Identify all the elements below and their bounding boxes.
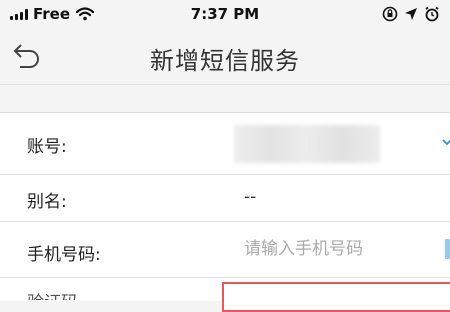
phone-input[interactable] (240, 234, 438, 264)
account-label: 账号: (27, 137, 67, 157)
alias-value: -- (244, 187, 257, 207)
navigation-bar: 新增短信服务 (0, 28, 450, 85)
page-title: 新增短信服务 (150, 47, 300, 75)
phone-label: 手机号码: (27, 245, 101, 265)
orientation-lock-icon (382, 6, 398, 22)
account-row[interactable]: 账号: (0, 113, 450, 175)
status-icons (382, 6, 440, 22)
location-icon (405, 8, 417, 20)
verification-code-label: 验证码 (27, 288, 78, 300)
sms-service-form: 账号: 别名: -- 手机号码: (0, 112, 450, 301)
chevron-down-icon[interactable] (442, 137, 450, 147)
account-value-blurred (234, 125, 380, 163)
alias-label: 别名: (27, 192, 67, 212)
alarm-icon (425, 6, 439, 22)
status-bar: Free 7:37 PM (0, 0, 450, 28)
input-accent-marker (445, 239, 450, 259)
alias-row: 别名: -- (0, 174, 450, 222)
verification-code-input-highlight[interactable] (222, 282, 450, 312)
phone-row: 手机号码: (0, 221, 450, 278)
